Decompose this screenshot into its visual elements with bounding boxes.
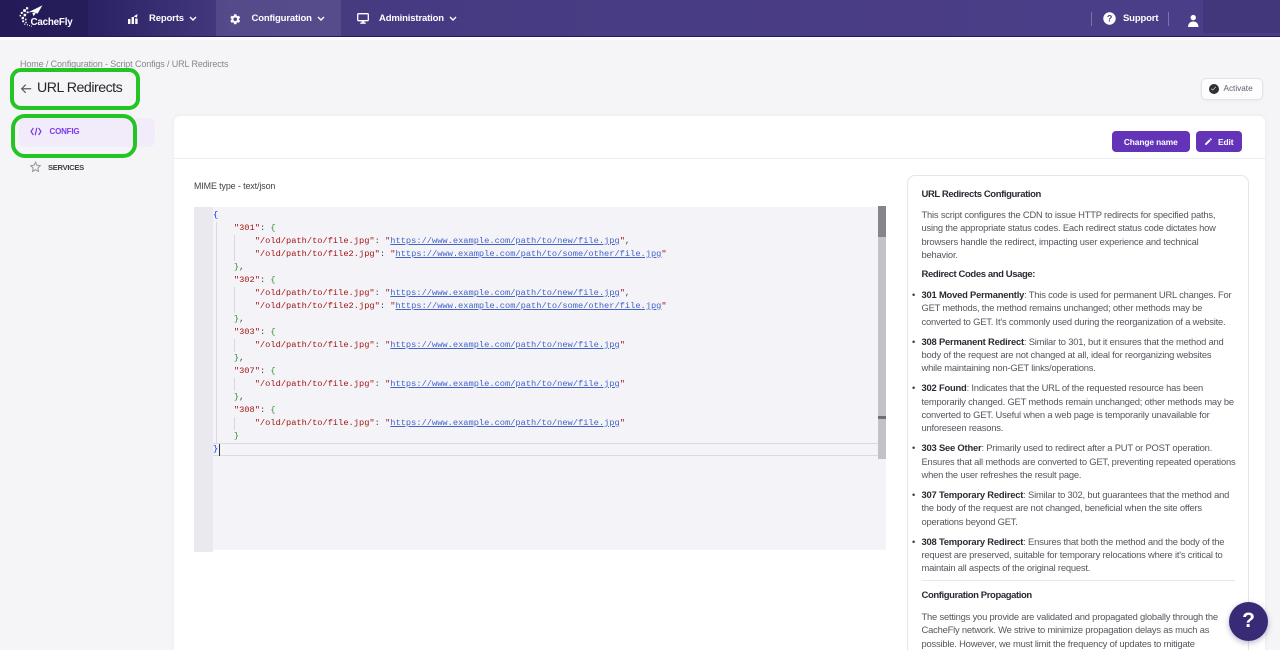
svg-text:?: ?: [1107, 14, 1112, 24]
svg-text:CacheFly: CacheFly: [31, 17, 74, 28]
